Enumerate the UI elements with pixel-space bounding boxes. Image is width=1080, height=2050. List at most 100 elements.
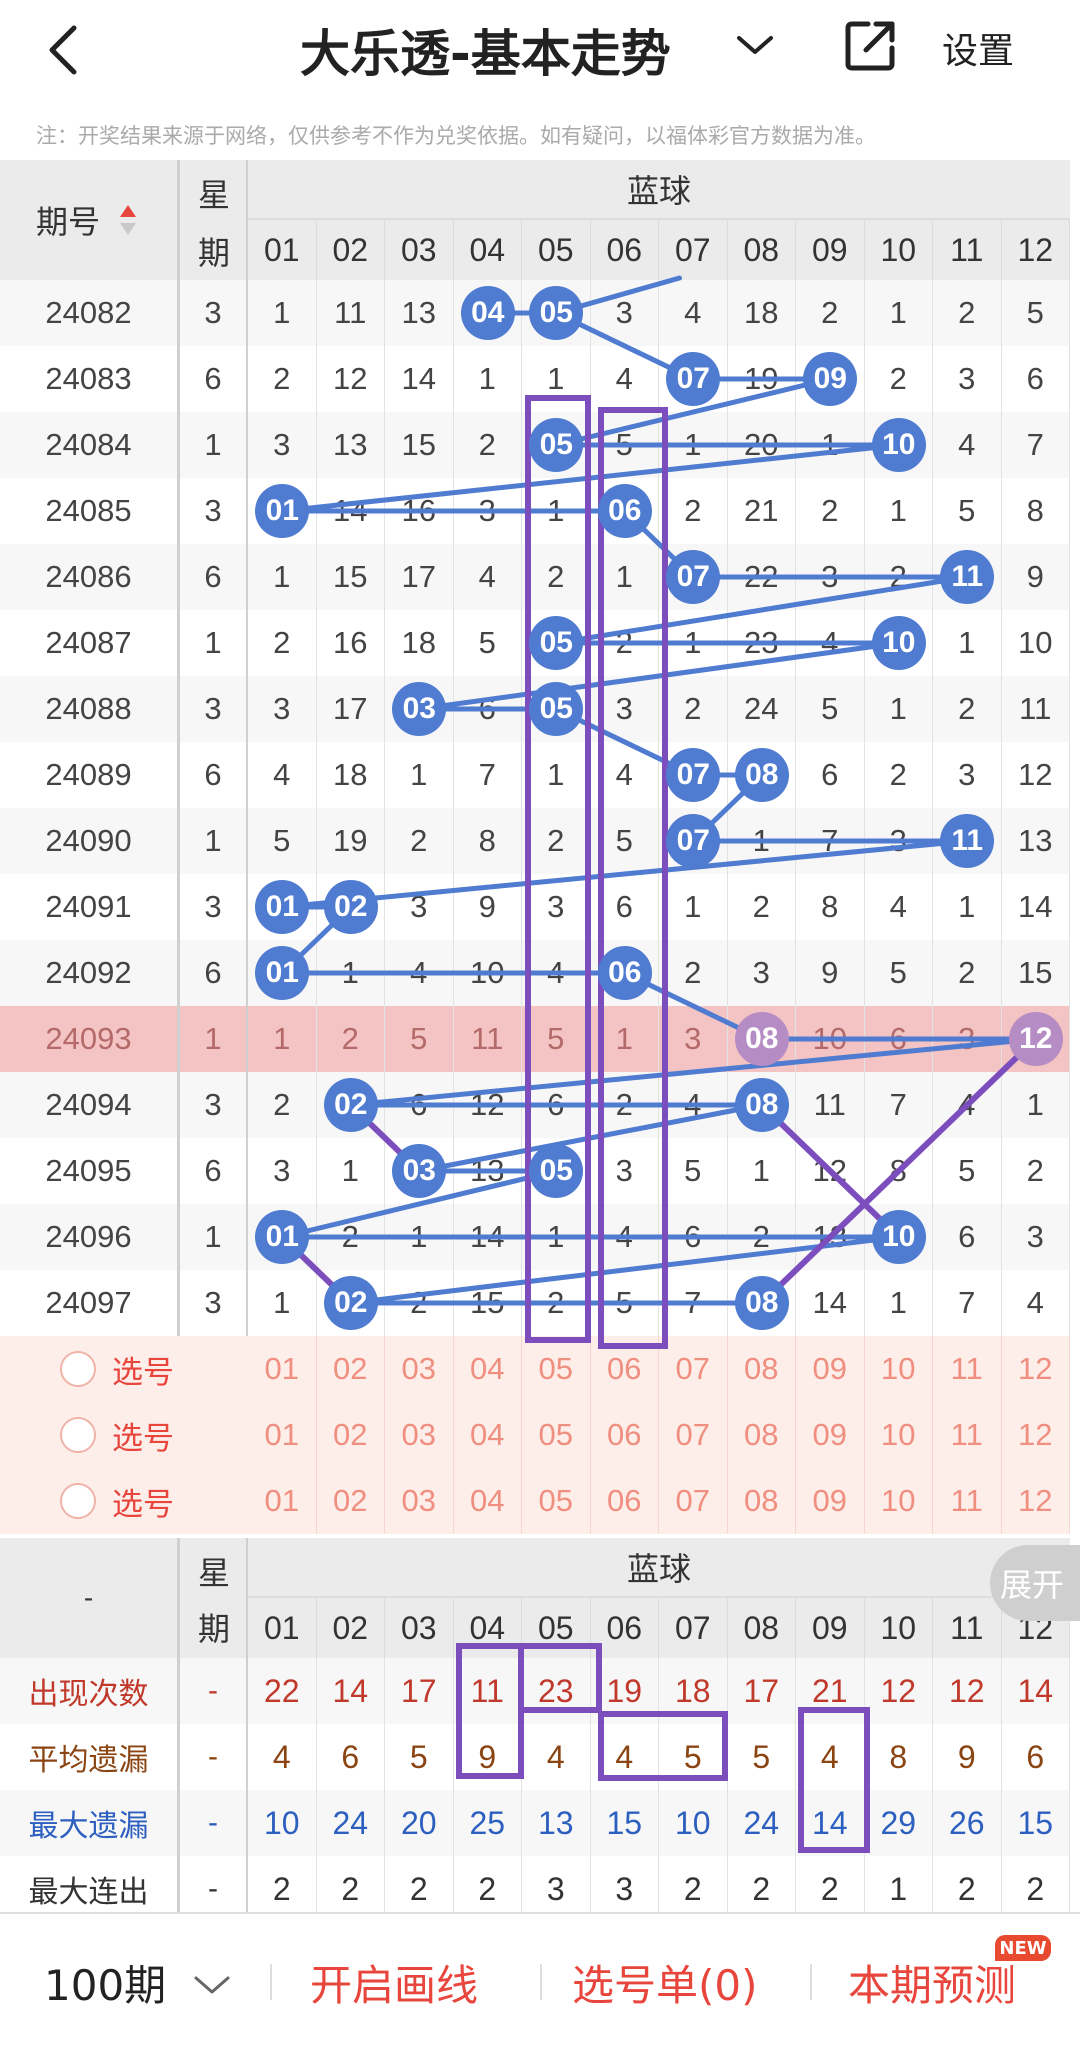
pick-number[interactable]: 08 [727,1402,796,1468]
table-row-issue[interactable]: 24097 [0,1270,180,1336]
pick-number[interactable]: 02 [316,1336,385,1402]
table-cell: 2 [659,940,728,1006]
pick-number[interactable]: 06 [590,1336,659,1402]
stats-value: 8 [864,1724,933,1790]
table-cell: 5 [590,1270,659,1336]
radio-icon[interactable] [60,1417,96,1453]
table-cell: 6 [385,1072,454,1138]
table-row-issue[interactable]: 24083 [0,346,180,412]
share-icon[interactable] [842,18,898,74]
table-cell: 2 [522,544,591,610]
table-cell: 2 [590,1072,659,1138]
pick-number[interactable]: 10 [864,1336,933,1402]
pick-number[interactable]: 07 [659,1402,728,1468]
table-cell: 2 [248,610,317,676]
chevron-down-icon[interactable] [192,1972,232,1998]
table-row-issue[interactable]: 24086 [0,544,180,610]
pick-number[interactable]: 07 [659,1468,728,1534]
radio-icon[interactable] [60,1483,96,1519]
pick-number[interactable]: 03 [385,1336,454,1402]
page-title[interactable]: 大乐透-基本走势 [300,14,671,86]
pick-number[interactable]: 11 [933,1468,1002,1534]
predict-button[interactable]: 本期预测 [848,1952,1016,2013]
table-row-issue[interactable]: 24089 [0,742,180,808]
pick-number[interactable]: 12 [1001,1402,1070,1468]
pick-number[interactable]: 06 [590,1468,659,1534]
pick-number[interactable]: 05 [522,1468,591,1534]
table-cell: 7 [796,808,865,874]
pick-number[interactable]: 09 [796,1336,865,1402]
pick-number[interactable]: 01 [248,1402,317,1468]
table-row-issue[interactable]: 24096 [0,1204,180,1270]
pick-number[interactable]: 11 [933,1336,1002,1402]
stats-value: 17 [385,1658,454,1724]
table-cell: 2 [864,544,933,610]
period-select[interactable]: 100期 [44,1952,166,2013]
pick-number[interactable]: 08 [727,1468,796,1534]
table-cell [727,1006,796,1072]
bottom-toolbar: 100期 开启画线 选号单(0) 本期预测 [0,1912,1080,2050]
pick-number[interactable]: 02 [316,1402,385,1468]
table-row-issue[interactable]: 24093 [0,1006,180,1072]
table-row-weekday: 1 [180,1006,248,1072]
table-cell [522,1138,591,1204]
table-cell: 15 [1001,940,1070,1006]
pick-number[interactable]: 11 [933,1402,1002,1468]
pick-number[interactable]: 04 [453,1402,522,1468]
stats-value: 12 [864,1658,933,1724]
pick-number[interactable]: 05 [522,1336,591,1402]
pick-number[interactable]: 09 [796,1468,865,1534]
pick-number[interactable]: 12 [1001,1336,1070,1402]
pick-number[interactable]: 07 [659,1336,728,1402]
radio-icon[interactable] [60,1351,96,1387]
table-cell [933,544,1002,610]
table-row-issue[interactable]: 24084 [0,412,180,478]
pick-number[interactable]: 04 [453,1336,522,1402]
stats-value: 4 [796,1724,865,1790]
pick-number[interactable]: 01 [248,1468,317,1534]
table-cell: 2 [727,874,796,940]
table-row-issue[interactable]: 24088 [0,676,180,742]
table-cell: 21 [727,478,796,544]
table-cell: 1 [864,1270,933,1336]
blue-group-header: 蓝球 [248,160,1070,220]
table-row-issue[interactable]: 24085 [0,478,180,544]
stats-value: 9 [453,1724,522,1790]
pick-number[interactable]: 10 [864,1468,933,1534]
table-cell: 2 [933,676,1002,742]
pick-number[interactable]: 12 [1001,1468,1070,1534]
back-arrow-icon[interactable] [40,20,90,80]
table-row-issue[interactable]: 24092 [0,940,180,1006]
chevron-down-icon[interactable] [735,30,775,60]
table-row-issue[interactable]: 24095 [0,1138,180,1204]
pick-number[interactable]: 01 [248,1336,317,1402]
stats-col-header-10: 10 [864,1598,933,1658]
table-cell: 3 [933,346,1002,412]
pick-list-button[interactable]: 选号单(0) [572,1952,758,2013]
expand-button[interactable]: 展开 [990,1545,1080,1621]
stats-value: 18 [659,1658,728,1724]
pick-number[interactable]: 08 [727,1336,796,1402]
pick-number[interactable]: 04 [453,1468,522,1534]
table-row-issue[interactable]: 24087 [0,610,180,676]
draw-line-button[interactable]: 开启画线 [310,1952,478,2013]
pick-number[interactable]: 03 [385,1468,454,1534]
stats-value: 23 [522,1658,591,1724]
pick-number[interactable]: 03 [385,1402,454,1468]
table-row-issue[interactable]: 24091 [0,874,180,940]
table-cell [659,808,728,874]
pick-number[interactable]: 05 [522,1402,591,1468]
sort-icon[interactable] [118,203,138,237]
pick-number[interactable]: 02 [316,1468,385,1534]
table-cell: 3 [590,1138,659,1204]
table-row-issue[interactable]: 24082 [0,280,180,346]
table-row-issue[interactable]: 24090 [0,808,180,874]
table-row-issue[interactable]: 24094 [0,1072,180,1138]
new-badge: NEW [995,1935,1051,1961]
pick-number[interactable]: 10 [864,1402,933,1468]
settings-button[interactable]: 设置 [942,22,1014,74]
pick-number[interactable]: 06 [590,1402,659,1468]
pick-number[interactable]: 09 [796,1402,865,1468]
table-cell: 4 [590,742,659,808]
table-cell: 7 [933,1270,1002,1336]
